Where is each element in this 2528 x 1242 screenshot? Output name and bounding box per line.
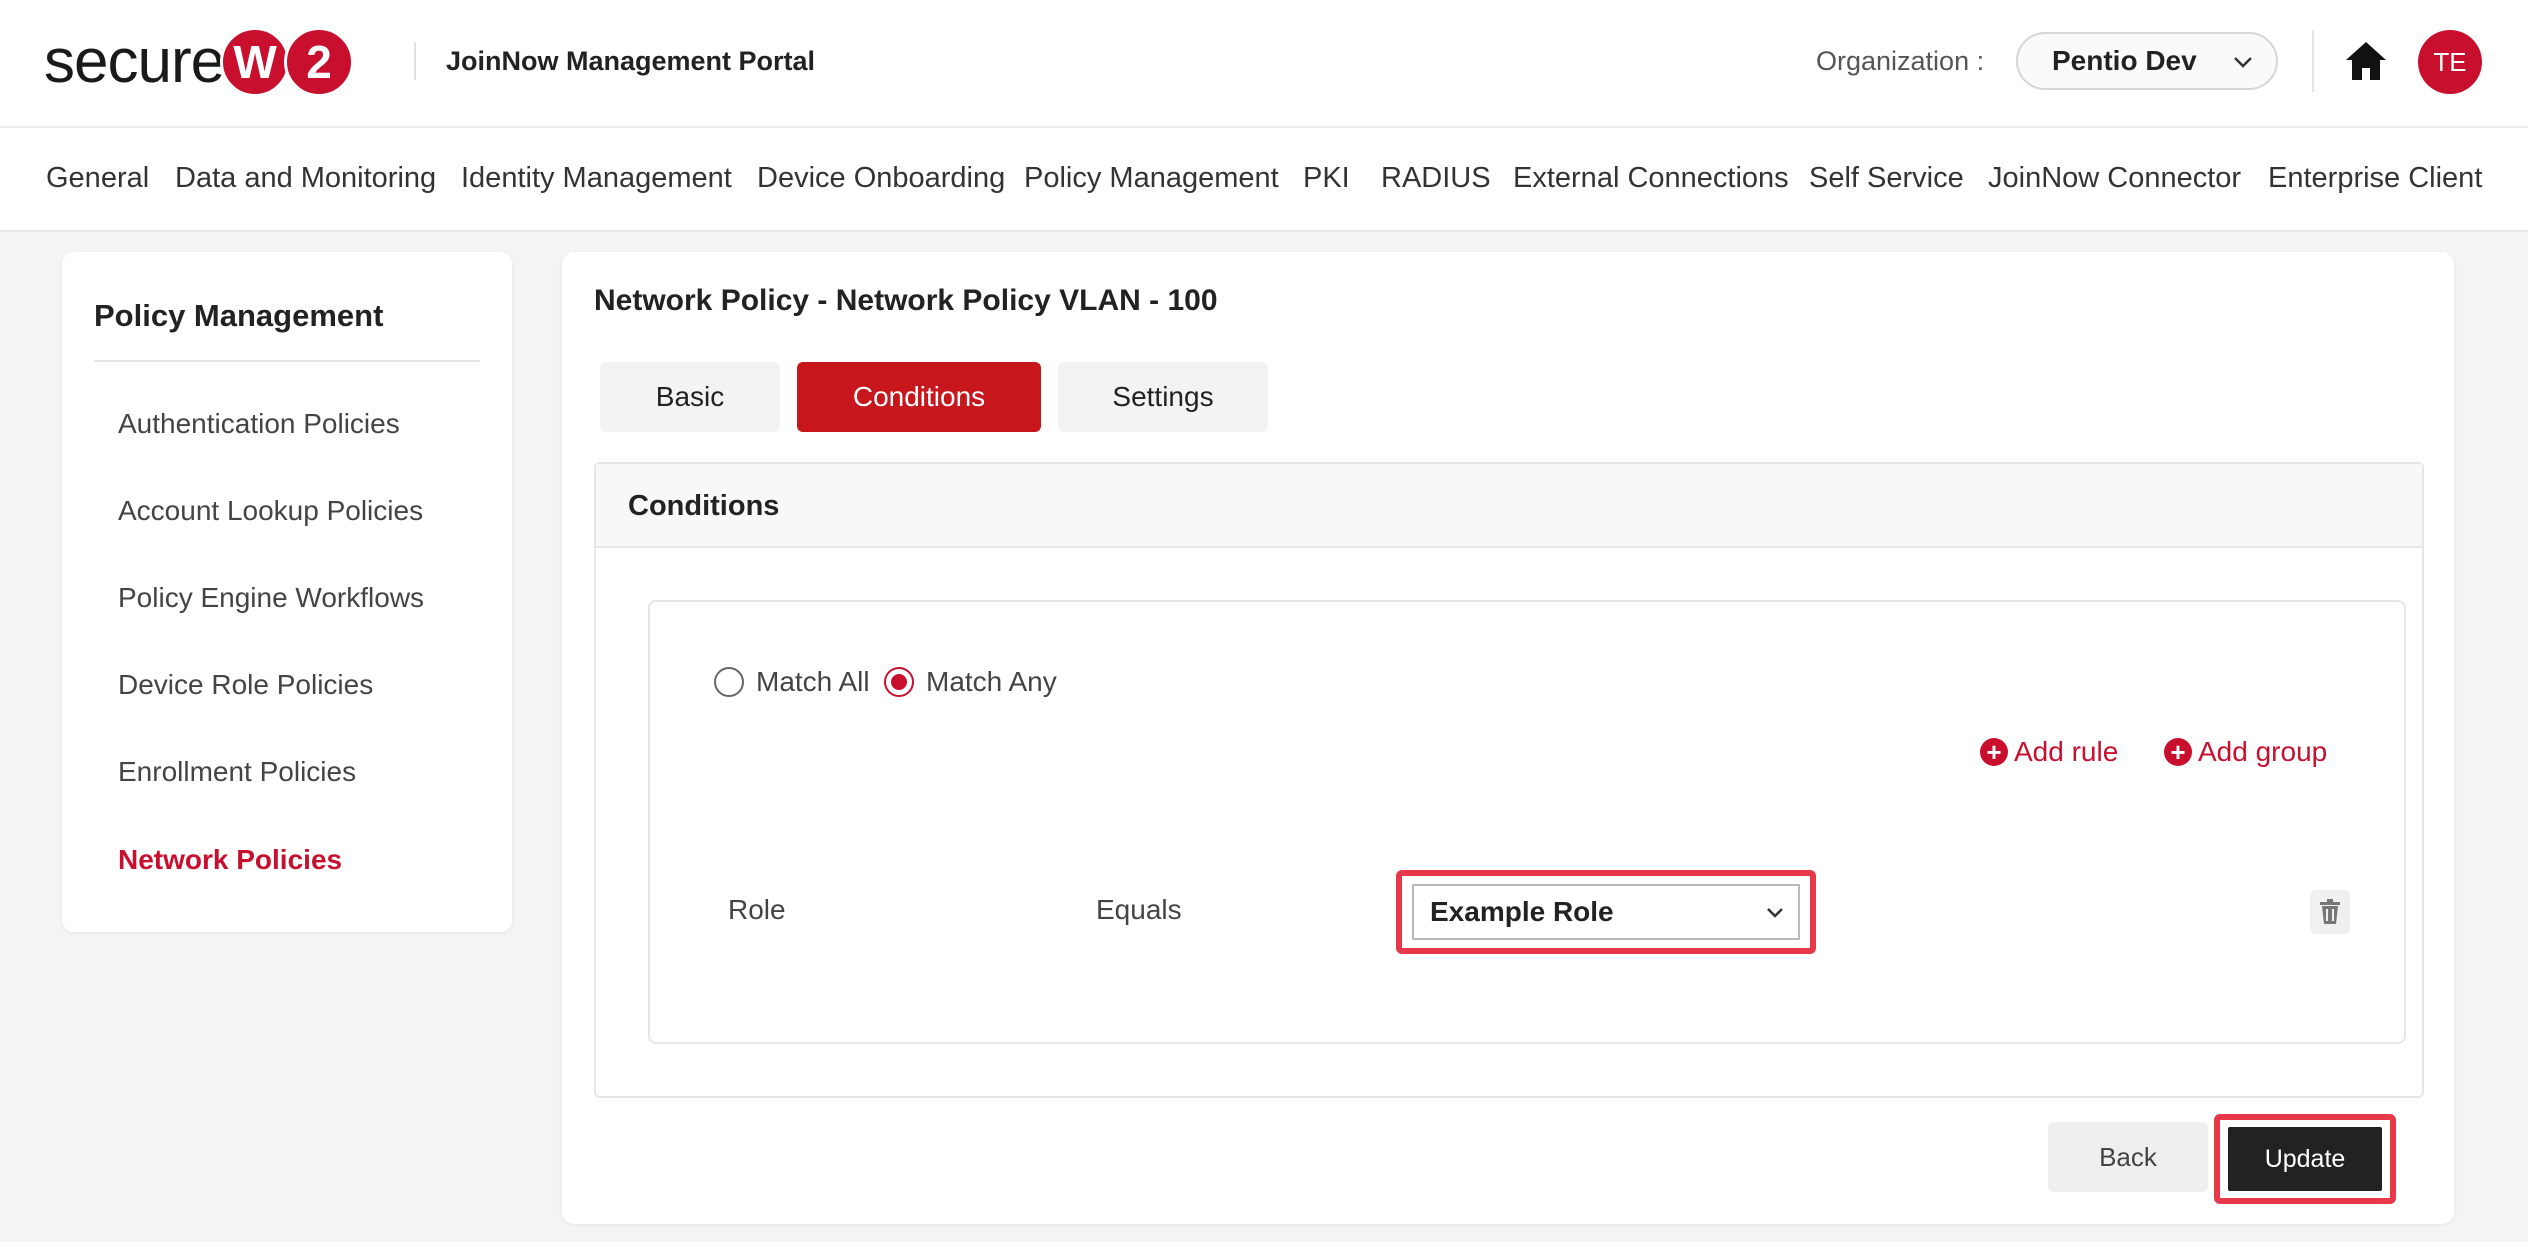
tab-conditions[interactable]: Conditions xyxy=(797,362,1041,432)
header-divider xyxy=(414,42,416,80)
organization-label: Organization : xyxy=(1816,46,1985,76)
conditions-heading: Conditions xyxy=(628,490,780,522)
header-divider xyxy=(2312,30,2314,92)
sidebar-item-network-policies[interactable]: Network Policies xyxy=(118,844,342,876)
logo-wordmark: secure xyxy=(44,27,225,96)
organization-select-value: Pentio Dev xyxy=(2052,45,2197,76)
organization-select[interactable]: Pentio Dev xyxy=(2016,32,2278,90)
logo-badge-w: W xyxy=(220,27,291,97)
delete-rule-button[interactable] xyxy=(2310,890,2350,934)
trash-icon xyxy=(2320,899,2340,924)
securew2-logo[interactable]: secure W 2 xyxy=(44,26,355,98)
sidebar-divider xyxy=(94,360,480,362)
sidebar: Policy Management Authentication Policie… xyxy=(62,252,512,932)
page-title: Network Policy - Network Policy VLAN - 1… xyxy=(594,284,1218,317)
sidebar-item-device-role-policies[interactable]: Device Role Policies xyxy=(118,669,373,701)
match-all-option[interactable]: Match All xyxy=(714,666,870,698)
sidebar-title: Policy Management xyxy=(94,298,384,333)
logo-badge: W 2 xyxy=(220,27,355,97)
nav-item-enterprise-client[interactable]: Enterprise Client xyxy=(2268,162,2482,195)
nav-item-data-and-monitoring[interactable]: Data and Monitoring xyxy=(175,162,436,195)
update-highlight: Update xyxy=(2214,1114,2396,1204)
add-group-button[interactable]: + Add group xyxy=(2164,736,2327,768)
home-icon[interactable] xyxy=(2344,40,2388,82)
nav-item-self-service[interactable]: Self Service xyxy=(1809,162,1964,195)
logo-badge-2: 2 xyxy=(284,27,355,97)
nav-item-pki[interactable]: PKI xyxy=(1303,162,1350,195)
back-button[interactable]: Back xyxy=(2048,1122,2208,1192)
add-rule-button[interactable]: + Add rule xyxy=(1980,736,2118,768)
conditions-panel: Conditions Match All Match Any + Add rul… xyxy=(594,462,2424,1098)
role-value-highlight: Example Role xyxy=(1396,870,1816,954)
sidebar-item-enrollment-policies[interactable]: Enrollment Policies xyxy=(118,756,356,788)
tab-settings[interactable]: Settings xyxy=(1058,362,1268,432)
main-content: Network Policy - Network Policy VLAN - 1… xyxy=(562,252,2454,1224)
add-group-label: Add group xyxy=(2198,736,2328,767)
nav-item-external-connections[interactable]: External Connections xyxy=(1513,162,1789,195)
chevron-down-icon xyxy=(2234,57,2252,68)
match-any-radio[interactable] xyxy=(884,667,914,697)
sidebar-item-account-lookup-policies[interactable]: Account Lookup Policies xyxy=(118,495,423,527)
nav-item-general[interactable]: General xyxy=(46,162,149,195)
sidebar-item-policy-engine-workflows[interactable]: Policy Engine Workflows xyxy=(118,582,424,614)
add-rule-label: Add rule xyxy=(2014,736,2119,767)
portal-title: JoinNow Management Portal xyxy=(446,46,816,76)
plus-circle-icon: + xyxy=(2164,738,2192,766)
rule-value-selected: Example Role xyxy=(1430,896,1614,927)
conditions-header: Conditions xyxy=(596,464,2422,548)
match-any-label: Match Any xyxy=(926,666,1057,697)
nav-item-policy-management[interactable]: Policy Management xyxy=(1024,162,1279,195)
rule-value-select[interactable]: Example Role xyxy=(1412,884,1800,940)
top-header: secure W 2 JoinNow Management Portal Org… xyxy=(0,0,2528,128)
nav-item-device-onboarding[interactable]: Device Onboarding xyxy=(757,162,1005,195)
user-avatar[interactable]: TE xyxy=(2418,30,2482,94)
rule-field: Role xyxy=(728,894,786,925)
nav-item-joinnow-connector[interactable]: JoinNow Connector xyxy=(1988,162,2241,195)
match-all-radio[interactable] xyxy=(714,667,744,697)
main-navigation: General Data and Monitoring Identity Man… xyxy=(0,128,2528,232)
nav-item-identity-management[interactable]: Identity Management xyxy=(461,162,732,195)
nav-item-radius[interactable]: RADIUS xyxy=(1381,162,1491,195)
sidebar-item-authentication-policies[interactable]: Authentication Policies xyxy=(118,408,400,440)
match-all-label: Match All xyxy=(756,666,870,697)
tab-basic[interactable]: Basic xyxy=(600,362,780,432)
condition-group: Match All Match Any + Add rule + Add gro… xyxy=(648,600,2406,1044)
rule-operator: Equals xyxy=(1096,894,1182,925)
plus-circle-icon: + xyxy=(1980,738,2008,766)
match-any-option[interactable]: Match Any xyxy=(884,666,1057,698)
chevron-down-icon xyxy=(1767,908,1783,918)
update-button[interactable]: Update xyxy=(2228,1127,2382,1191)
